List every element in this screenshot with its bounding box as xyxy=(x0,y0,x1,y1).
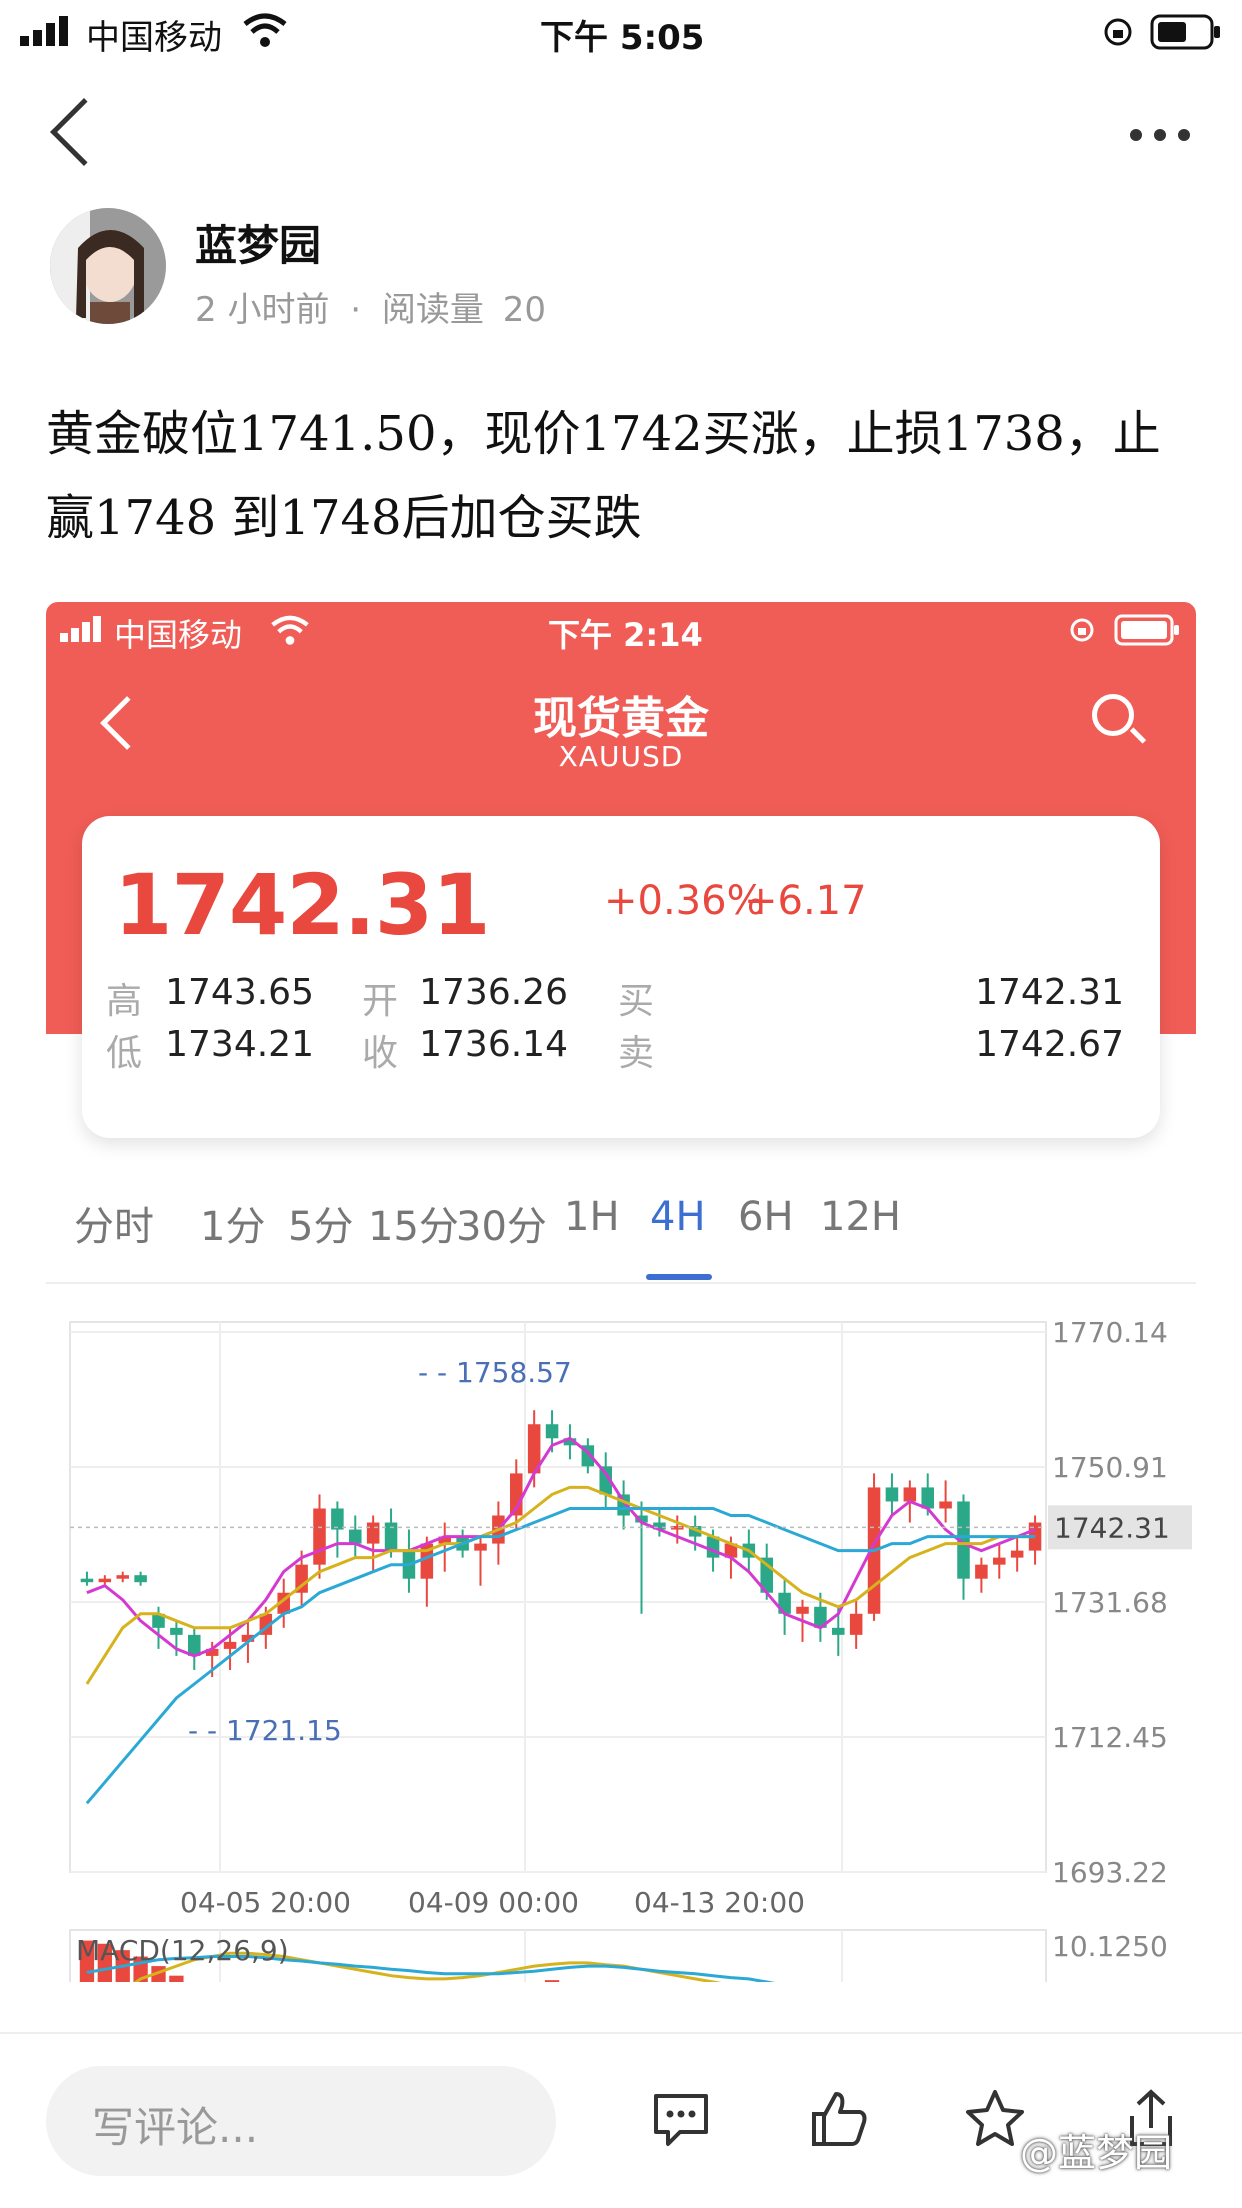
embedded-screenshot[interactable]: 中国移动 下午 2:14 现货黄金 XAUUSD 1742.31 +0.36% … xyxy=(46,602,1196,1982)
current-price-label: 1742.31 xyxy=(1054,1511,1170,1544)
tab-30m[interactable]: 30分 xyxy=(456,1194,547,1252)
chart-frame xyxy=(69,1321,1047,1873)
candle-body xyxy=(975,1564,988,1579)
close-value: 1736.14 xyxy=(419,1024,568,1065)
candle-body xyxy=(170,1627,183,1635)
carrier-label: 中国移动 xyxy=(86,18,222,58)
search-icon[interactable] xyxy=(1092,694,1134,736)
candle-body xyxy=(1010,1550,1024,1558)
macd-histogram-bar xyxy=(169,1975,184,1982)
open-value: 1736.26 xyxy=(419,972,568,1013)
macd-y-tick-label: 10.1250 xyxy=(1052,1930,1168,1963)
high-annotation: - - 1758.57 xyxy=(418,1356,572,1389)
x-tick-label: 04-13 20:00 xyxy=(634,1886,805,1919)
embed-carrier: 中国移动 xyxy=(114,616,243,654)
candle-body xyxy=(796,1606,809,1614)
buy-value: 1742.31 xyxy=(975,972,1124,1013)
wifi-icon xyxy=(243,13,287,47)
tab-15m[interactable]: 15分 xyxy=(368,1194,459,1252)
tab-6h[interactable]: 6H xyxy=(738,1194,794,1240)
signal-icon xyxy=(20,16,68,46)
read-count: 20 xyxy=(502,290,546,330)
status-bar: 中国移动 下午 5:05 xyxy=(0,0,1242,64)
embed-wifi-icon xyxy=(271,615,309,645)
candle-body xyxy=(993,1557,1006,1565)
active-tab-indicator xyxy=(646,1274,712,1280)
x-tick-label: 04-09 00:00 xyxy=(408,1886,579,1919)
read-count-label: 阅读量 xyxy=(381,290,484,330)
change-amount: +6.17 xyxy=(744,878,867,924)
bottom-bar: 写评论... @蓝梦园 xyxy=(0,2032,1242,2208)
instrument-symbol: XAUUSD xyxy=(558,740,684,773)
candle-body xyxy=(134,1575,147,1583)
buy-label: 买 xyxy=(618,981,655,1022)
timeframe-tabs: 分时 1分 5分 15分 30分 1H 4H 6H 12H xyxy=(46,1194,1196,1284)
x-tick-label: 04-05 20:00 xyxy=(180,1886,351,1919)
y-tick-label: 1712.45 xyxy=(1052,1721,1168,1754)
macd-title: MACD(12,26,9) xyxy=(76,1934,289,1967)
candle-body xyxy=(474,1543,487,1551)
moving-average-line xyxy=(86,1436,1036,1658)
rotation-lock-icon xyxy=(1104,18,1132,46)
embed-battery-icon xyxy=(1114,614,1179,646)
candle-body xyxy=(903,1487,917,1502)
tab-1h[interactable]: 1H xyxy=(564,1194,620,1240)
embed-rotation-lock-icon xyxy=(1070,618,1094,642)
y-tick-label: 1770.14 xyxy=(1052,1316,1168,1349)
sell-label: 卖 xyxy=(618,1033,655,1074)
author-meta: 2 小时前 · 阅读量 20 xyxy=(195,282,546,331)
post-text: 黄金破位1741.50，现价1742买涨，止损1738，止赢1748 到1748… xyxy=(46,406,1161,546)
candle-body xyxy=(331,1508,344,1530)
candle-body xyxy=(223,1641,237,1649)
quote-card: 1742.31 +0.36% +6.17 高 1743.65 开 1736.26… xyxy=(82,816,1160,1138)
candle-body xyxy=(885,1487,899,1502)
macd-histogram-bar xyxy=(544,1980,560,1982)
candle-body xyxy=(116,1575,129,1579)
candle-body xyxy=(80,1578,94,1583)
embed-signal-icon xyxy=(60,616,101,642)
y-tick-label: 1750.91 xyxy=(1052,1451,1168,1484)
like-icon[interactable] xyxy=(808,2088,870,2150)
low-value: 1734.21 xyxy=(165,1024,314,1065)
tab-4h[interactable]: 4H xyxy=(650,1194,706,1240)
candle-body xyxy=(349,1529,362,1544)
candle-body xyxy=(832,1627,845,1635)
moving-average-line xyxy=(85,1507,1036,1805)
comment-input[interactable]: 写评论... xyxy=(46,2066,556,2176)
y-tick-label: 1693.22 xyxy=(1052,1856,1168,1889)
comment-icon[interactable] xyxy=(650,2088,712,2150)
tab-5m[interactable]: 5分 xyxy=(288,1194,353,1252)
sell-value: 1742.67 xyxy=(975,1024,1124,1065)
post-time: 2 小时前 xyxy=(195,290,330,330)
candle-body xyxy=(939,1501,952,1509)
change-percent: +0.36% xyxy=(604,878,765,924)
author-name[interactable]: 蓝梦园 xyxy=(195,212,321,273)
clock: 下午 5:05 xyxy=(540,18,705,58)
candle-body xyxy=(98,1578,112,1583)
instrument-title: 现货黄金 xyxy=(533,693,709,744)
candle-body xyxy=(366,1522,380,1544)
candle-body xyxy=(545,1424,559,1439)
tab-12h[interactable]: 12H xyxy=(820,1194,901,1240)
y-tick-label: 1731.68 xyxy=(1052,1586,1168,1619)
avatar[interactable] xyxy=(50,208,166,324)
favorite-star-icon[interactable] xyxy=(964,2088,1026,2150)
price-chart[interactable]: 1770.14 1750.91 1731.68 1712.45 1693.22 1742.… xyxy=(46,1302,1196,1982)
watermark: @蓝梦园 xyxy=(1020,2131,1173,2175)
current-price: 1742.31 xyxy=(114,856,491,954)
candle-body xyxy=(313,1508,326,1565)
embed-clock: 下午 2:14 xyxy=(548,616,703,654)
back-button[interactable] xyxy=(50,98,118,166)
meta-separator: · xyxy=(350,290,362,330)
tab-1m[interactable]: 1分 xyxy=(200,1194,265,1252)
candle-body xyxy=(849,1613,863,1635)
tab-fenshi[interactable]: 分时 xyxy=(74,1194,154,1252)
battery-icon xyxy=(1150,14,1220,50)
low-annotation: - - 1721.15 xyxy=(188,1714,342,1747)
high-value: 1743.65 xyxy=(165,972,314,1013)
more-options-icon[interactable] xyxy=(1118,126,1190,145)
